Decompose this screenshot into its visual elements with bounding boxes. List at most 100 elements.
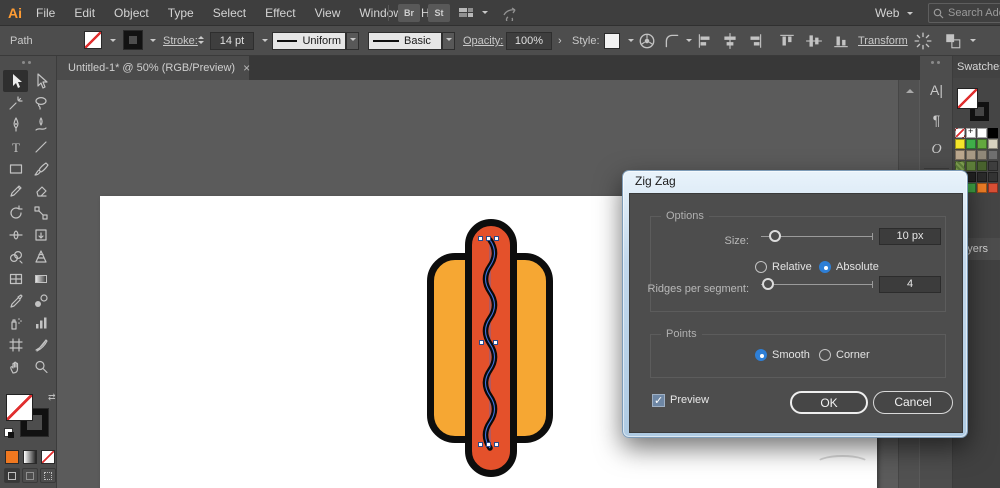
rotate-tool[interactable]	[3, 202, 28, 224]
brush-definition-chevron[interactable]	[442, 32, 455, 50]
blend-tool[interactable]	[28, 290, 53, 312]
swatch[interactable]	[988, 183, 998, 193]
chevron-down-icon[interactable]	[907, 12, 913, 18]
draw-behind-mode[interactable]	[22, 468, 38, 483]
draw-inside-mode[interactable]	[40, 468, 56, 483]
ridges-slider[interactable]	[761, 278, 873, 291]
artboard-tool[interactable]	[3, 334, 28, 356]
brush-definition-dropdown[interactable]: Basic	[368, 32, 442, 50]
swap-fill-stroke-icon[interactable]: ⇄	[48, 392, 56, 403]
align-left-icon[interactable]	[696, 32, 714, 50]
stock-button[interactable]: St	[428, 4, 450, 22]
lasso-tool[interactable]	[28, 92, 53, 114]
align-center-horizontal-icon[interactable]	[721, 32, 739, 50]
slice-tool[interactable]	[28, 334, 53, 356]
workspace-label[interactable]: Web	[875, 6, 899, 20]
chevron-down-icon[interactable]	[150, 39, 156, 45]
anchor-point[interactable]	[478, 442, 483, 447]
swatch[interactable]	[977, 139, 987, 149]
smooth-radio[interactable]	[755, 349, 767, 361]
rectangle-tool[interactable]	[3, 158, 28, 180]
curvature-tool[interactable]	[28, 114, 53, 136]
opentype-panel-icon[interactable]: O	[920, 142, 953, 158]
opacity-field[interactable]: 100%	[506, 32, 552, 50]
corner-radio-label[interactable]: Corner	[836, 349, 870, 361]
stroke-color-swatch[interactable]	[124, 31, 142, 49]
anchor-point[interactable]	[479, 340, 484, 345]
perspective-grid-tool[interactable]	[28, 246, 53, 268]
menu-select[interactable]: Select	[213, 6, 246, 20]
type-tool[interactable]: T	[3, 136, 28, 158]
swatch[interactable]	[977, 183, 987, 193]
swatch[interactable]	[988, 161, 998, 171]
swatch[interactable]	[988, 128, 998, 138]
cancel-button[interactable]: Cancel	[873, 391, 953, 414]
gradient-button[interactable]	[23, 450, 37, 464]
none-button[interactable]	[41, 450, 55, 464]
document-tab[interactable]: Untitled-1* @ 50% (RGB/Preview) ×	[57, 56, 249, 80]
eyedropper-tool[interactable]	[3, 290, 28, 312]
paragraph-panel-icon[interactable]: ¶	[920, 112, 953, 128]
size-slider-thumb[interactable]	[769, 230, 781, 242]
fill-proxy-swatch[interactable]	[6, 394, 33, 421]
draw-normal-mode[interactable]	[4, 468, 20, 483]
size-slider[interactable]	[761, 230, 873, 243]
menu-edit[interactable]: Edit	[74, 6, 95, 20]
menu-effect[interactable]: Effect	[265, 6, 295, 20]
ok-button[interactable]: OK	[790, 391, 868, 414]
corner-radio[interactable]	[819, 349, 831, 361]
swatch[interactable]	[966, 139, 976, 149]
anchor-point[interactable]	[486, 442, 491, 447]
menu-type[interactable]: Type	[168, 6, 194, 20]
arrange-icon[interactable]	[944, 32, 962, 50]
align-top-icon[interactable]	[778, 32, 796, 50]
scroll-up-icon[interactable]	[906, 85, 914, 93]
column-graph-tool[interactable]	[28, 312, 53, 334]
chevron-down-icon[interactable]	[262, 39, 268, 45]
anchor-point[interactable]	[493, 340, 498, 345]
panel-grip[interactable]	[22, 61, 25, 64]
swatch[interactable]	[977, 128, 987, 138]
shape-builder-tool[interactable]	[3, 246, 28, 268]
menu-view[interactable]: View	[315, 6, 341, 20]
opacity-panel-link[interactable]: Opacity:	[463, 35, 503, 47]
stroke-weight-stepper[interactable]	[198, 33, 204, 47]
scale-tool[interactable]	[28, 202, 53, 224]
pen-tool[interactable]	[3, 114, 28, 136]
absolute-radio-label[interactable]: Absolute	[836, 261, 879, 273]
swatches-panel-tab[interactable]: Swatches	[953, 56, 1000, 78]
color-button[interactable]	[5, 450, 19, 464]
zoom-tool[interactable]	[28, 356, 53, 378]
swatch[interactable]	[988, 150, 998, 160]
relative-radio[interactable]	[755, 261, 767, 273]
swatch[interactable]	[977, 161, 987, 171]
stroke-panel-link[interactable]: Stroke:	[163, 35, 198, 47]
chevron-down-icon[interactable]	[628, 39, 634, 45]
menu-window[interactable]: Window	[359, 6, 402, 20]
swatch[interactable]	[988, 172, 998, 182]
swatch[interactable]	[955, 150, 965, 160]
search-input[interactable]: Search Adob	[928, 3, 1000, 23]
free-transform-widget-icon[interactable]	[914, 32, 932, 50]
recolor-artwork-icon[interactable]	[638, 32, 656, 50]
absolute-radio[interactable]	[819, 261, 831, 273]
anchor-point[interactable]	[486, 236, 491, 241]
shaper-tool[interactable]	[3, 180, 28, 202]
close-tab-icon[interactable]: ×	[243, 61, 250, 75]
swatch[interactable]	[966, 150, 976, 160]
fill-proxy-swatch[interactable]	[957, 88, 978, 109]
align-right-icon[interactable]	[746, 32, 764, 50]
smooth-radio-label[interactable]: Smooth	[772, 349, 810, 361]
align-bottom-icon[interactable]	[832, 32, 850, 50]
width-tool[interactable]	[3, 224, 28, 246]
relative-radio-label[interactable]: Relative	[772, 261, 812, 273]
chevron-down-icon[interactable]	[482, 11, 488, 17]
ridges-value-field[interactable]: 4	[879, 276, 941, 293]
hand-tool[interactable]	[3, 356, 28, 378]
gradient-tool[interactable]	[28, 268, 53, 290]
opacity-more-icon[interactable]: ›	[558, 35, 562, 47]
menu-object[interactable]: Object	[114, 6, 149, 20]
character-panel-icon[interactable]: A|	[920, 82, 953, 98]
eraser-tool[interactable]	[28, 180, 53, 202]
free-transform-tool[interactable]	[28, 224, 53, 246]
